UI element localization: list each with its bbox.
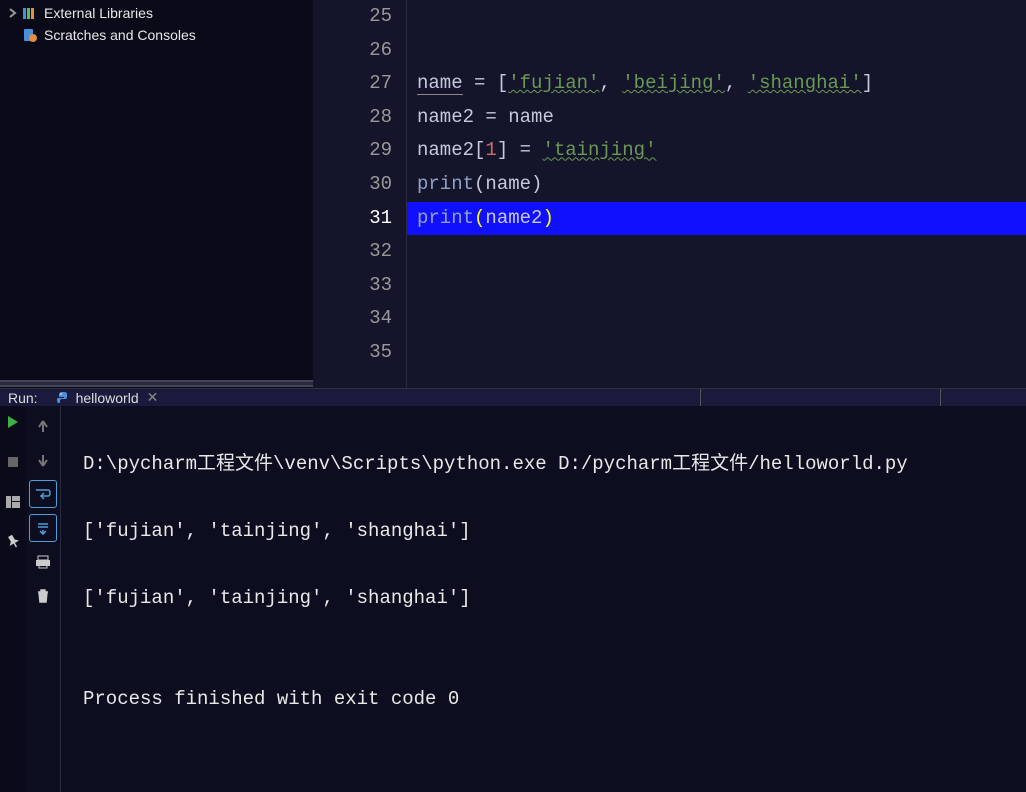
line-number: 32: [313, 235, 392, 269]
tool-column: [0, 406, 25, 792]
sidebar-item-scratches[interactable]: Scratches and Consoles: [0, 24, 313, 46]
code-line: [407, 0, 1026, 34]
toolbar-separator: [700, 389, 940, 406]
down-button[interactable]: [29, 446, 57, 474]
run-button[interactable]: [5, 414, 21, 430]
sidebar-item-external-libraries[interactable]: External Libraries: [0, 2, 313, 24]
code-area[interactable]: name = ['fujian', 'beijing', 'shanghai']…: [407, 0, 1026, 388]
line-number: 31: [313, 202, 392, 236]
line-number: 33: [313, 269, 392, 303]
python-icon: [56, 391, 70, 405]
sidebar-item-label: External Libraries: [44, 5, 153, 21]
line-number: 28: [313, 101, 392, 135]
console-line: D:\pycharm工程文件\venv\Scripts\python.exe D…: [83, 448, 1016, 482]
code-line: [407, 269, 1026, 303]
line-number: 26: [313, 34, 392, 68]
line-gutter: 25 26 27 28 29 30 31 32 33 34 35: [313, 0, 407, 388]
line-number: 34: [313, 302, 392, 336]
close-icon[interactable]: ✕: [147, 389, 159, 406]
nav-column: [25, 406, 61, 792]
run-label: Run:: [0, 390, 46, 406]
code-line: print(name): [407, 168, 1026, 202]
line-number: 25: [313, 0, 392, 34]
stop-button[interactable]: [5, 454, 21, 470]
run-tab[interactable]: helloworld ✕: [46, 389, 169, 406]
code-line: [407, 336, 1026, 370]
console-output[interactable]: D:\pycharm工程文件\venv\Scripts\python.exe D…: [61, 406, 1026, 792]
project-sidebar: External Libraries Scratches and Console…: [0, 0, 313, 388]
scroll-button[interactable]: [29, 514, 57, 542]
run-toolbar: Run: helloworld ✕: [0, 388, 1026, 406]
layout-button[interactable]: [5, 494, 21, 510]
toolbar-separator: [940, 389, 1026, 406]
console-line: ['fujian', 'tainjing', 'shanghai']: [83, 582, 1016, 616]
pin-button[interactable]: [5, 534, 21, 550]
chevron-right-icon: [8, 8, 18, 18]
run-tab-label: helloworld: [76, 390, 139, 406]
code-line: [407, 34, 1026, 68]
code-line: name = ['fujian', 'beijing', 'shanghai']: [407, 67, 1026, 101]
line-number: 29: [313, 134, 392, 168]
wrap-button[interactable]: [29, 480, 57, 508]
up-button[interactable]: [29, 412, 57, 440]
code-line: [407, 302, 1026, 336]
sidebar-item-label: Scratches and Consoles: [44, 27, 196, 43]
line-number: 27: [313, 67, 392, 101]
code-editor[interactable]: 25 26 27 28 29 30 31 32 33 34 35 name = …: [313, 0, 1026, 388]
console-line: ['fujian', 'tainjing', 'shanghai']: [83, 515, 1016, 549]
code-line: name2 = name: [407, 101, 1026, 135]
library-icon: [22, 6, 38, 20]
line-number: 35: [313, 336, 392, 370]
sidebar-resize-handle[interactable]: [0, 380, 313, 387]
scratch-icon: [22, 28, 38, 42]
code-line: [407, 235, 1026, 269]
console-line: Process finished with exit code 0: [83, 683, 1016, 717]
line-number: 30: [313, 168, 392, 202]
print-button[interactable]: [29, 548, 57, 576]
trash-button[interactable]: [29, 582, 57, 610]
code-line: name2[1] = 'tainjing': [407, 134, 1026, 168]
code-line-active: print(name2): [407, 202, 1026, 236]
